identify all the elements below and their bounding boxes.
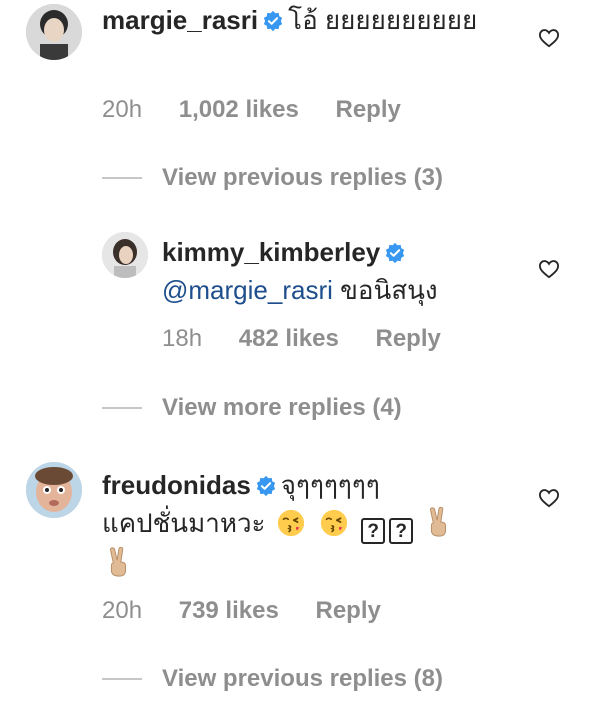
view-more-replies-button[interactable]: View more replies (4) xyxy=(102,394,402,422)
thread-link-label: View previous replies (8) xyxy=(162,665,444,692)
comment-text-line1: จุๆๆๆๆๆๆ xyxy=(280,470,380,500)
comment-likes[interactable]: 739 likes xyxy=(179,597,279,624)
missing-glyph-box: ? xyxy=(361,518,386,544)
comment-text: โอ้ ยยยยยยยยยย xyxy=(288,5,478,35)
avatar-freudonidas[interactable] xyxy=(26,462,82,518)
comment-username[interactable]: kimmy_kimberley xyxy=(162,237,380,267)
victory-hand-icon xyxy=(430,506,447,537)
comment-time: 20h xyxy=(102,597,143,624)
avatar-image xyxy=(26,462,82,518)
kiss-face-icon xyxy=(320,509,348,537)
comment-mention[interactable]: @margie_rasri xyxy=(162,275,333,305)
thread-divider xyxy=(102,177,142,179)
avatar-image xyxy=(102,232,148,278)
heart-icon[interactable] xyxy=(538,259,560,279)
avatar-kimmy-kimberley[interactable] xyxy=(102,232,148,278)
verified-icon xyxy=(386,242,405,264)
victory-hand-icon xyxy=(109,546,126,577)
comment-likes[interactable]: 1,002 likes xyxy=(179,96,299,123)
missing-glyph-box: ? xyxy=(389,518,414,544)
comment-likes[interactable]: 482 likes xyxy=(239,325,339,352)
verified-icon xyxy=(263,10,283,32)
comment-text: ขอนิสนุง xyxy=(340,275,438,305)
comment-username[interactable]: freudonidas xyxy=(102,470,251,500)
view-previous-replies-button[interactable]: View previous replies (3) xyxy=(102,164,443,192)
verified-icon xyxy=(256,475,275,497)
reply-button[interactable]: Reply xyxy=(375,325,440,352)
avatar-image xyxy=(26,4,82,60)
thread-link-label: View previous replies (3) xyxy=(162,164,444,191)
comment-text-line2: แคปชั่นมาหวะ xyxy=(102,508,266,538)
view-previous-replies-button[interactable]: View previous replies (8) xyxy=(102,665,443,693)
avatar-margie-rasri[interactable] xyxy=(26,4,82,60)
comment-username[interactable]: margie_rasri xyxy=(102,5,258,35)
kiss-face-icon xyxy=(277,509,304,537)
comment-time: 20h xyxy=(102,96,143,123)
reply-button[interactable]: Reply xyxy=(336,96,401,123)
thread-link-label: View more replies (4) xyxy=(162,394,402,421)
comment-time: 18h xyxy=(162,325,203,352)
heart-icon[interactable] xyxy=(538,28,560,48)
thread-divider xyxy=(102,678,142,680)
heart-icon[interactable] xyxy=(538,488,560,508)
thread-divider xyxy=(102,407,142,409)
reply-button[interactable]: Reply xyxy=(315,597,380,624)
